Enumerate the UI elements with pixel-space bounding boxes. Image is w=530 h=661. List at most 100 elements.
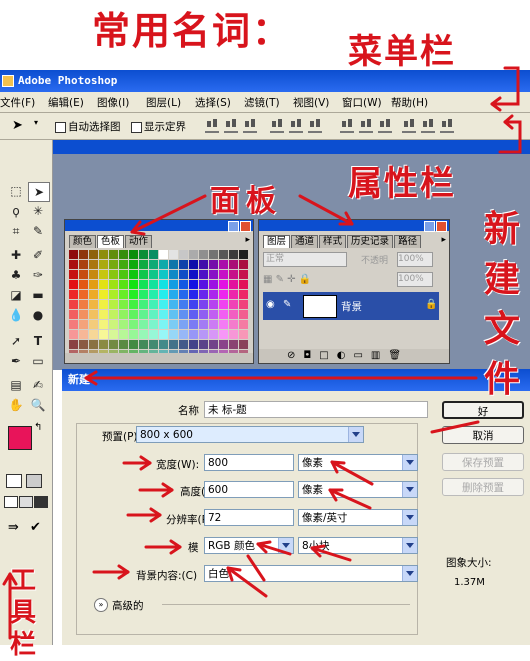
preset-select[interactable]: 800 x 600 bbox=[136, 426, 364, 443]
color-swatch[interactable] bbox=[179, 290, 188, 299]
color-swatch[interactable] bbox=[109, 290, 118, 299]
color-swatch[interactable] bbox=[129, 300, 138, 309]
name-field[interactable]: 未 标-题 bbox=[204, 401, 428, 418]
color-swatch[interactable] bbox=[219, 310, 228, 319]
notes-tool-icon[interactable]: ▤ bbox=[6, 376, 26, 394]
minimize-icon[interactable] bbox=[228, 221, 239, 232]
color-swatch[interactable] bbox=[199, 250, 208, 259]
color-swatch[interactable] bbox=[89, 320, 98, 329]
color-swatch[interactable] bbox=[239, 340, 248, 349]
color-swatch[interactable] bbox=[199, 310, 208, 319]
advanced-label[interactable]: 高级的 bbox=[112, 598, 144, 613]
color-swatch[interactable] bbox=[229, 280, 238, 289]
color-swatch[interactable] bbox=[179, 300, 188, 309]
color-swatch[interactable] bbox=[219, 260, 228, 269]
layers-footer-icons[interactable]: ⊘◘□◐▭▥🗑 bbox=[259, 349, 449, 363]
fill-field[interactable]: 100% bbox=[397, 272, 433, 287]
color-swatch[interactable] bbox=[109, 310, 118, 319]
color-swatch[interactable] bbox=[179, 260, 188, 269]
color-swatch[interactable] bbox=[209, 330, 218, 339]
color-swatch[interactable] bbox=[179, 280, 188, 289]
width-unit-select[interactable]: 像素 bbox=[298, 454, 418, 471]
move-tool-icon[interactable]: ➤ bbox=[28, 182, 50, 202]
color-swatch[interactable] bbox=[219, 300, 228, 309]
color-swatch[interactable] bbox=[229, 250, 238, 259]
menu-edit[interactable]: 编辑(E) bbox=[48, 95, 84, 110]
color-swatch[interactable] bbox=[199, 300, 208, 309]
color-swatch[interactable] bbox=[119, 320, 128, 329]
auto-select-checkbox[interactable]: 自动选择图 bbox=[55, 119, 121, 134]
color-swatch[interactable] bbox=[189, 270, 198, 279]
color-swatch[interactable] bbox=[159, 320, 168, 329]
menu-file[interactable]: 文件(F) bbox=[0, 95, 35, 110]
color-swatch[interactable] bbox=[89, 300, 98, 309]
tab-actions[interactable]: 动作 bbox=[125, 235, 153, 248]
color-swatch[interactable] bbox=[79, 250, 88, 259]
color-swatch[interactable] bbox=[199, 290, 208, 299]
brush-tool-icon[interactable]: ✐ bbox=[28, 246, 48, 264]
hand-tool-icon[interactable]: ✋ bbox=[6, 396, 26, 414]
color-swatch[interactable] bbox=[149, 320, 158, 329]
color-swatch[interactable] bbox=[89, 270, 98, 279]
color-swatch[interactable] bbox=[129, 340, 138, 349]
color-swatch[interactable] bbox=[159, 290, 168, 299]
tab-history[interactable]: 历史记录 bbox=[347, 235, 394, 248]
color-swatch[interactable] bbox=[69, 290, 78, 299]
gradient-tool-icon[interactable]: ▬ bbox=[28, 286, 48, 304]
color-swatch[interactable] bbox=[89, 310, 98, 319]
zoom-tool-icon[interactable]: 🔍 bbox=[28, 396, 48, 414]
color-swatch[interactable] bbox=[109, 330, 118, 339]
clone-stamp-icon[interactable]: ♣ bbox=[6, 266, 26, 284]
panel-menu-icon[interactable]: ▸ bbox=[245, 235, 250, 245]
color-swatch[interactable] bbox=[209, 300, 218, 309]
blur-tool-icon[interactable]: 💧 bbox=[6, 306, 26, 324]
color-swatch[interactable] bbox=[149, 340, 158, 349]
height-unit-select[interactable]: 像素 bbox=[298, 481, 418, 498]
color-swatch[interactable] bbox=[99, 280, 108, 289]
color-swatch[interactable] bbox=[119, 260, 128, 269]
color-swatch[interactable] bbox=[149, 270, 158, 279]
color-swatch[interactable] bbox=[149, 260, 158, 269]
history-brush-icon[interactable]: ✑ bbox=[28, 266, 48, 284]
color-swatch[interactable] bbox=[179, 310, 188, 319]
color-swatch[interactable] bbox=[99, 250, 108, 259]
color-swatch[interactable] bbox=[69, 300, 78, 309]
color-swatch[interactable] bbox=[159, 280, 168, 289]
tab-color[interactable]: 颜色 bbox=[69, 235, 97, 248]
menu-view[interactable]: 视图(V) bbox=[293, 95, 329, 110]
standard-mode-icon[interactable] bbox=[6, 474, 22, 488]
eyedropper-icon[interactable]: ✍ bbox=[28, 376, 48, 394]
resolution-unit-select[interactable]: 像素/英寸 bbox=[298, 509, 418, 526]
advanced-toggle-icon[interactable]: » bbox=[94, 598, 108, 612]
color-swatch[interactable] bbox=[69, 310, 78, 319]
color-swatch[interactable] bbox=[139, 290, 148, 299]
color-swatch[interactable] bbox=[209, 260, 218, 269]
color-swatch[interactable] bbox=[149, 330, 158, 339]
color-swatch[interactable] bbox=[209, 310, 218, 319]
color-swatch[interactable] bbox=[159, 270, 168, 279]
color-swatch[interactable] bbox=[79, 310, 88, 319]
color-swatch[interactable] bbox=[229, 310, 238, 319]
foreground-color-swatch[interactable] bbox=[8, 426, 32, 450]
magic-wand-icon[interactable]: ✳ bbox=[28, 202, 48, 220]
color-swatch[interactable] bbox=[79, 320, 88, 329]
tab-paths[interactable]: 路径 bbox=[394, 235, 422, 248]
color-swatch[interactable] bbox=[169, 320, 178, 329]
distribute-bottom-icon[interactable] bbox=[378, 119, 392, 133]
width-field[interactable]: 800 bbox=[204, 454, 294, 471]
color-swatch[interactable] bbox=[239, 300, 248, 309]
background-select[interactable]: 白色 bbox=[204, 565, 418, 582]
imageready-icon[interactable]: ✔ bbox=[30, 520, 41, 535]
color-swatch[interactable] bbox=[159, 300, 168, 309]
color-swatch[interactable] bbox=[219, 320, 228, 329]
color-swatch[interactable] bbox=[239, 280, 248, 289]
tab-layers[interactable]: 图层 bbox=[263, 235, 291, 248]
align-top-icon[interactable] bbox=[205, 119, 219, 133]
color-swatch[interactable] bbox=[229, 290, 238, 299]
color-swatch[interactable] bbox=[209, 270, 218, 279]
color-swatch[interactable] bbox=[229, 270, 238, 279]
color-swatch[interactable] bbox=[89, 280, 98, 289]
distribute-vcenter-icon[interactable] bbox=[359, 119, 373, 133]
color-swatch[interactable] bbox=[229, 320, 238, 329]
color-swatch[interactable] bbox=[109, 270, 118, 279]
